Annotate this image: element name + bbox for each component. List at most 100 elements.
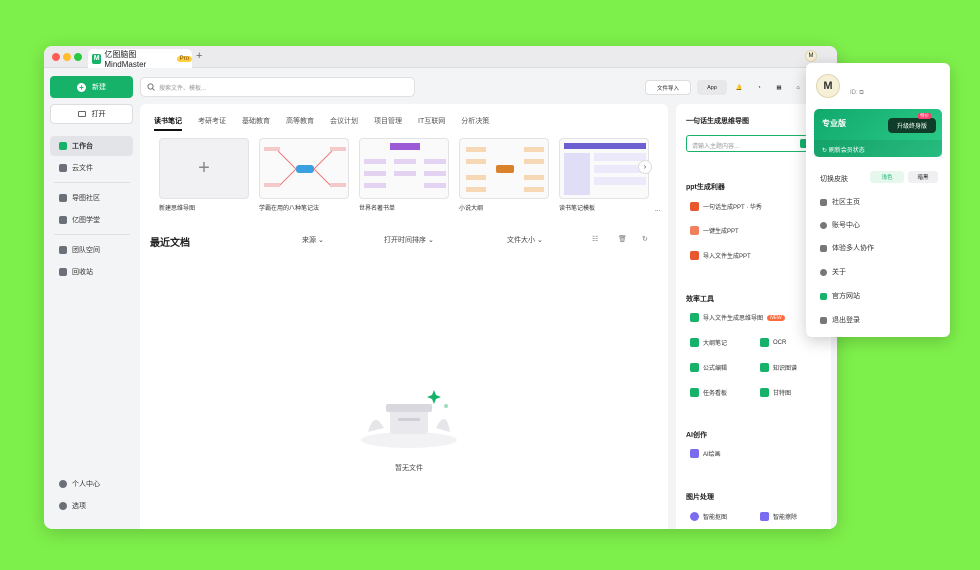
ai-painting-item[interactable]: AI绘画 (690, 449, 721, 458)
grid-icon[interactable]: ▦ (772, 80, 786, 95)
tab-analysis[interactable]: 分析决策 (461, 116, 489, 131)
tool-item[interactable]: 大纲笔记 (690, 338, 727, 347)
sidebar-item-academy[interactable]: 亿图学堂 (50, 210, 133, 230)
ppt-icon (690, 226, 699, 235)
template-card[interactable]: 世界名著书单 (359, 138, 449, 212)
import-mindmap-item[interactable]: 导入文件生成思维导图 NEW (690, 313, 785, 322)
gantt-icon (760, 388, 769, 397)
file-import-button[interactable]: 文件导入 (645, 80, 691, 95)
menu-collab[interactable]: 体验多人协作 (820, 243, 874, 253)
sort-dropdown[interactable]: 打开时间排序 ⌄ (384, 235, 434, 245)
ppt-item[interactable]: 一键生成PPT (690, 226, 739, 235)
workbench-icon (59, 142, 67, 150)
gallery-next-button[interactable]: › (638, 160, 652, 174)
app-window: M 亿图脑图MindMaster Pro + M + 新建 打开 工作台 云文件… (44, 46, 837, 529)
template-card[interactable]: 小说大纲 (459, 138, 549, 212)
account-popup: M ID: ⧉ 专业版 升级终身版 特价 ↻ 刷新会员状态 切换皮肤 浅色 暗黑… (806, 63, 950, 337)
info-icon (820, 268, 827, 276)
sidebar-item-community[interactable]: 导图社区 (50, 188, 133, 208)
recent-title: 最近文档 (150, 238, 190, 249)
tab-project[interactable]: 项目管理 (374, 116, 402, 131)
help-icon[interactable]: ◔ (752, 80, 766, 95)
ppt-item[interactable]: 一句话生成PPT · 华秀 (690, 202, 762, 211)
sidebar-item-team[interactable]: 团队空间 (50, 240, 133, 260)
template-thumbnail (259, 138, 349, 199)
delete-icon[interactable]: 🗑 (618, 235, 627, 243)
sidebar-item-label: 云文件 (72, 165, 93, 172)
refresh-status-button[interactable]: ↻ 刷新会员状态 (814, 140, 942, 157)
tab-basic-edu[interactable]: 基础教育 (242, 116, 270, 131)
tool-item[interactable]: 任务看板 (690, 388, 727, 397)
ppt-item-label: 一键生成PPT (703, 229, 739, 235)
template-card[interactable]: 读书笔记模板 (559, 138, 649, 212)
sidebar: + 新建 打开 工作台 云文件 导图社区 亿图学堂 团队空间 回收站 个人中心 … (44, 68, 140, 529)
minimize-window-button[interactable] (63, 53, 71, 61)
gen-input[interactable]: 请输入主题内容... (686, 135, 808, 152)
menu-website[interactable]: 官方网站 (820, 291, 860, 301)
app-button[interactable]: App (697, 80, 727, 95)
image-tool-item[interactable]: 智能擦除 (760, 512, 797, 521)
sidebar-item-options[interactable]: 选项 (50, 496, 133, 516)
menu-account[interactable]: 账号中心 (820, 220, 860, 230)
tab-higher-edu[interactable]: 高等教育 (286, 116, 314, 131)
plus-icon: + (77, 82, 86, 92)
source-filter[interactable]: 来源 ⌄ (302, 235, 324, 245)
bell-icon[interactable]: 🔔 (734, 80, 744, 95)
template-caption: ... (655, 207, 661, 213)
close-window-button[interactable] (52, 53, 60, 61)
refresh-icon[interactable]: ↻ (642, 235, 648, 243)
sidebar-item-trash[interactable]: 回收站 (50, 262, 133, 282)
popup-avatar[interactable]: M (816, 74, 840, 98)
trash-icon (59, 268, 67, 276)
ai-painting-icon (690, 449, 699, 458)
zoom-window-button[interactable] (74, 53, 82, 61)
titlebar-avatar[interactable]: M (805, 50, 817, 62)
gift-icon[interactable]: ⌂ (792, 80, 804, 95)
app-tab[interactable]: M 亿图脑图MindMaster Pro (88, 49, 192, 69)
template-card[interactable]: + 新建思维导图 (159, 138, 249, 212)
new-tab-button[interactable]: + (196, 50, 202, 62)
sidebar-item-workbench[interactable]: 工作台 (50, 136, 133, 156)
list-view-icon[interactable]: ☷ (592, 235, 598, 243)
divider (54, 234, 130, 235)
sidebar-item-profile[interactable]: 个人中心 (50, 474, 133, 494)
tab-exam[interactable]: 考研考证 (198, 116, 226, 131)
folder-icon (77, 111, 86, 117)
menu-label: 体验多人协作 (832, 245, 874, 252)
tool-item[interactable]: 甘特图 (760, 388, 791, 397)
template-caption: 读书笔记模板 (559, 206, 596, 212)
title-bar: M 亿图脑图MindMaster Pro + M (44, 46, 837, 69)
tab-meeting[interactable]: 会议计划 (330, 116, 358, 131)
open-button[interactable]: 打开 (50, 104, 133, 124)
tool-item[interactable]: 知识图谱 (760, 363, 797, 372)
template-thumbnail (559, 138, 649, 199)
size-filter[interactable]: 文件大小 ⌄ (507, 235, 543, 245)
tool-item[interactable]: OCR (760, 338, 786, 347)
user-id: ID: ⧉ (850, 90, 864, 97)
skin-light-label: 浅色 (881, 175, 893, 181)
eff-title: 效率工具 (686, 296, 714, 303)
skin-light-button[interactable]: 浅色 (870, 171, 904, 183)
copy-icon[interactable]: ⧉ (859, 90, 863, 96)
ppt-item[interactable]: 导入文件生成PPT (690, 251, 751, 260)
template-card[interactable]: 学霸在用的八种笔记法 (259, 138, 349, 212)
empty-box-illustration (361, 390, 457, 448)
tab-title: 亿图脑图MindMaster (104, 49, 147, 69)
skin-dark-button[interactable]: 暗黑 (908, 171, 938, 183)
ocr-icon (760, 338, 769, 347)
sale-badge: 特价 (918, 113, 931, 119)
menu-community[interactable]: 社区主页 (820, 197, 860, 207)
tab-reading-notes[interactable]: 读书笔记 (154, 116, 182, 131)
new-button[interactable]: + 新建 (50, 76, 133, 98)
menu-logout[interactable]: 退出登录 (820, 315, 860, 325)
ppt-title: ppt生成利器 (686, 184, 725, 191)
tool-item[interactable]: 公式编辑 (690, 363, 727, 372)
tab-it[interactable]: IT互联网 (418, 116, 445, 131)
skin-label: 切换皮肤 (820, 176, 848, 183)
menu-about[interactable]: 关于 (820, 267, 846, 277)
search-input[interactable]: 搜索文件、模板... (140, 77, 415, 97)
image-tool-item[interactable]: 智能抠图 (690, 512, 727, 521)
upgrade-button[interactable]: 升级终身版 (888, 118, 936, 133)
gen-placeholder: 请输入主题内容... (692, 144, 740, 150)
sidebar-item-cloud[interactable]: 云文件 (50, 158, 133, 178)
